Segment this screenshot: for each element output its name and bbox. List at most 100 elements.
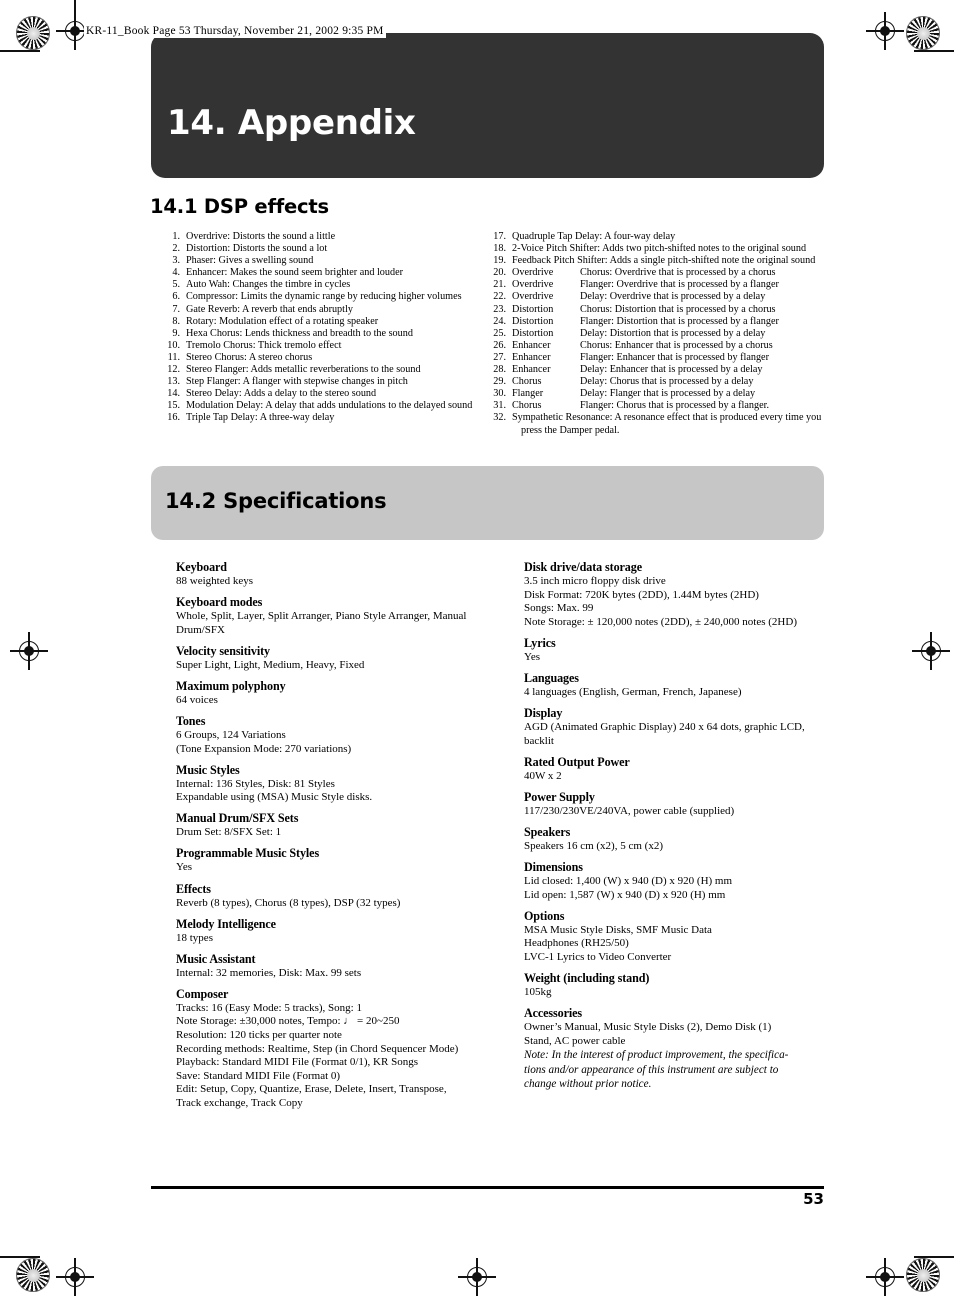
specification-label: Rated Output Power <box>524 754 630 769</box>
dsp-effect-number: 31. <box>493 400 506 412</box>
dsp-effect-text: Enhancer Flanger: Enhancer that is proces… <box>512 351 769 363</box>
dsp-effect-number: 15. <box>167 400 180 412</box>
section-heading-dsp-effects: 14.1 DSP effects <box>150 195 329 218</box>
dsp-effect-number: 30. <box>493 388 506 400</box>
specification-line: Save: Standard MIDI File (Format 0) <box>176 1069 341 1082</box>
specification-group: Power Supply 117/230/230VE/240VA, power c… <box>524 790 830 819</box>
specification-label: Accessories <box>524 1006 582 1021</box>
specification-value: AGD (Animated Graphic Display) 240 x 64 … <box>524 721 830 748</box>
specification-value: 18 types <box>176 932 482 946</box>
dsp-effect-prefix: Overdrive <box>512 279 554 291</box>
specification-label: Power Supply <box>524 789 595 804</box>
dsp-effect-item: 7. Gate Reverb: A reverb that ends abrupt… <box>163 304 483 316</box>
dsp-effect-text: Sympathetic Resonance: A resonance effec… <box>512 412 824 436</box>
specification-disclaimer-note: Note: In the interest of product improve… <box>524 1048 830 1092</box>
specification-value: Lid closed: 1,400 (W) x 940 (D) x 920 (H… <box>524 875 830 902</box>
specification-line: Disk Format: 720K bytes (2DD), 1.44M byt… <box>524 588 759 601</box>
specification-group: Composer Tracks: 16 (Easy Mode: 5 tracks)… <box>176 987 482 1111</box>
dsp-effect-text: Hexa Chorus: Lends thickness and breadth… <box>186 327 413 339</box>
dsp-effect-number: 9. <box>172 327 180 339</box>
specification-line: backlit <box>524 734 554 747</box>
dsp-effect-text: Overdrive Chorus: Overdrive that is proce… <box>512 267 776 279</box>
dsp-effect-text: Stereo Delay: Adds a delay to the stereo… <box>186 388 377 400</box>
dsp-effect-continuation: press the Damper pedal. <box>521 424 620 436</box>
crop-mark-bottom-left-horizontal <box>0 1256 40 1258</box>
registration-cross-left-middle <box>10 632 48 670</box>
dsp-effect-text: Feedback Pitch Shifter: Adds a single pi… <box>512 255 816 267</box>
dsp-effect-text: Distortion Flanger: Distortion that is pr… <box>512 315 779 327</box>
dsp-effect-item: 8. Rotary: Modulation effect of a rotatin… <box>163 316 483 328</box>
dsp-effect-item: 24. Distortion Flanger: Distortion that is… <box>489 316 824 328</box>
specification-value: 88 weighted keys <box>176 575 482 589</box>
specification-line: Resolution: 120 ticks per quarter note <box>176 1029 342 1041</box>
dsp-effect-number: 10. <box>167 339 180 351</box>
specification-label: Display <box>524 706 563 721</box>
specification-value: Owner’s Manual, Music Style Disks (2), D… <box>524 1021 830 1048</box>
dsp-effect-item: 32. Sympathetic Resonance: A resonance ef… <box>489 412 824 436</box>
specification-line: (Tone Expansion Mode: 270 variations) <box>176 742 352 755</box>
dsp-effect-prefix: Distortion <box>512 315 554 327</box>
dsp-effect-text: Stereo Flanger: Adds metallic reverberat… <box>186 364 421 376</box>
dsp-effect-number: 23. <box>493 303 506 315</box>
dsp-effect-text: Flanger Delay: Flanger that is processed … <box>512 388 756 400</box>
dsp-effect-prefix: Overdrive <box>512 267 554 279</box>
specification-line: Drum Set: 8/SFX Set: 1 <box>176 826 282 839</box>
dsp-effect-number: 18. <box>493 243 506 255</box>
specification-value: Drum Set: 8/SFX Set: 1 <box>176 826 482 840</box>
specification-group: Disk drive/data storage 3.5 inch micro fl… <box>524 560 830 629</box>
specification-line: Headphones (RH25/50) <box>524 937 629 950</box>
specification-value: 6 Groups, 124 Variations (Tone Expansion … <box>176 729 482 756</box>
dsp-effects-list-left: 1. Overdrive: Distorts the sound a little… <box>163 231 483 425</box>
dsp-effect-number: 8. <box>172 315 180 327</box>
specification-line: Playback: Standard MIDI File (Format 0/1… <box>176 1056 418 1069</box>
specification-line: Yes <box>176 861 193 874</box>
dsp-effect-item: 14. Stereo Delay: Adds a delay to the ste… <box>163 388 483 400</box>
specification-label: Tones <box>176 713 206 728</box>
specification-line: Track exchange, Track Copy <box>176 1096 303 1109</box>
dsp-effect-text: Triple Tap Delay: A three-way delay <box>186 412 335 424</box>
dsp-effects-list-right: 17. Quadruple Tap Delay: A four-way delay… <box>489 231 824 437</box>
dsp-effect-item: 21. Overdrive Flanger: Overdrive that is p… <box>489 279 824 291</box>
specification-line: Reverb (8 types), Chorus (8 types), DSP … <box>176 896 401 909</box>
dsp-effect-text: Rotary: Modulation effect of a rotating … <box>186 315 379 327</box>
dsp-effect-item: 9. Hexa Chorus: Lends thickness and bread… <box>163 328 483 340</box>
running-header: KR-11_Book Page 53 Thursday, November 21… <box>84 24 386 38</box>
specification-group: Keyboard 88 weighted keys <box>176 560 482 589</box>
registration-target-top-left <box>16 16 50 50</box>
dsp-effect-prefix: Distortion <box>512 303 554 315</box>
dsp-effect-text: Overdrive Flanger: Overdrive that is proc… <box>512 279 779 291</box>
dsp-effect-prefix: Chorus <box>512 376 542 388</box>
dsp-effect-text: Enhancer Chorus: Enhancer that is process… <box>512 339 773 351</box>
crop-mark-bottom-right-horizontal <box>914 1256 954 1258</box>
dsp-effect-item: 28. Enhancer Delay: Enhancer that is proce… <box>489 364 824 376</box>
registration-target-bottom-left <box>16 1258 50 1292</box>
dsp-effect-text: Gate Reverb: A reverb that ends abruptly <box>186 303 353 315</box>
specification-line: 6 Groups, 124 Variations <box>176 728 286 741</box>
dsp-effect-item: 1. Overdrive: Distorts the sound a little <box>163 231 483 243</box>
dsp-effect-number: 11. <box>167 351 180 363</box>
specification-label: Music Styles <box>176 762 240 777</box>
dsp-effect-text: Distortion: Distorts the sound a lot <box>186 243 328 255</box>
specification-line: AGD (Animated Graphic Display) 240 x 64 … <box>524 721 805 734</box>
specification-group: Melody Intelligence 18 types <box>176 917 482 946</box>
specification-line: Songs: Max. 99 <box>524 602 594 615</box>
dsp-effect-item: 22. Overdrive Delay: Overdrive that is pro… <box>489 291 824 303</box>
dsp-effect-number: 2. <box>172 243 180 255</box>
specification-group: Languages 4 languages (English, German, F… <box>524 671 830 700</box>
dsp-effect-number: 24. <box>493 315 506 327</box>
specification-line: Recording methods: Realtime, Step (in Ch… <box>176 1042 459 1055</box>
specification-line: Speakers 16 cm (x2), 5 cm (x2) <box>524 839 663 852</box>
specification-line: Expandable using (MSA) Music Style disks… <box>176 791 373 804</box>
specification-label: Velocity sensitivity <box>176 643 270 658</box>
specification-group: Tones 6 Groups, 124 Variations (Tone Expan… <box>176 714 482 756</box>
specification-value: Speakers 16 cm (x2), 5 cm (x2) <box>524 840 830 854</box>
section-heading-specifications: 14.2 Specifications <box>165 489 387 513</box>
specification-label: Manual Drum/SFX Sets <box>176 811 299 826</box>
specifications-column-right: Disk drive/data storage 3.5 inch micro fl… <box>524 560 830 1099</box>
specification-label: Composer <box>176 986 229 1001</box>
specification-label: Disk drive/data storage <box>524 560 642 574</box>
dsp-effect-item: 13. Step Flanger: A flanger with stepwise… <box>163 376 483 388</box>
dsp-effect-text: Phaser: Gives a swelling sound <box>186 255 314 267</box>
specification-value: Internal: 136 Styles, Disk: 81 Styles Exp… <box>176 778 482 805</box>
dsp-effect-item: 6. Compressor: Limits the dynamic range b… <box>163 291 483 303</box>
